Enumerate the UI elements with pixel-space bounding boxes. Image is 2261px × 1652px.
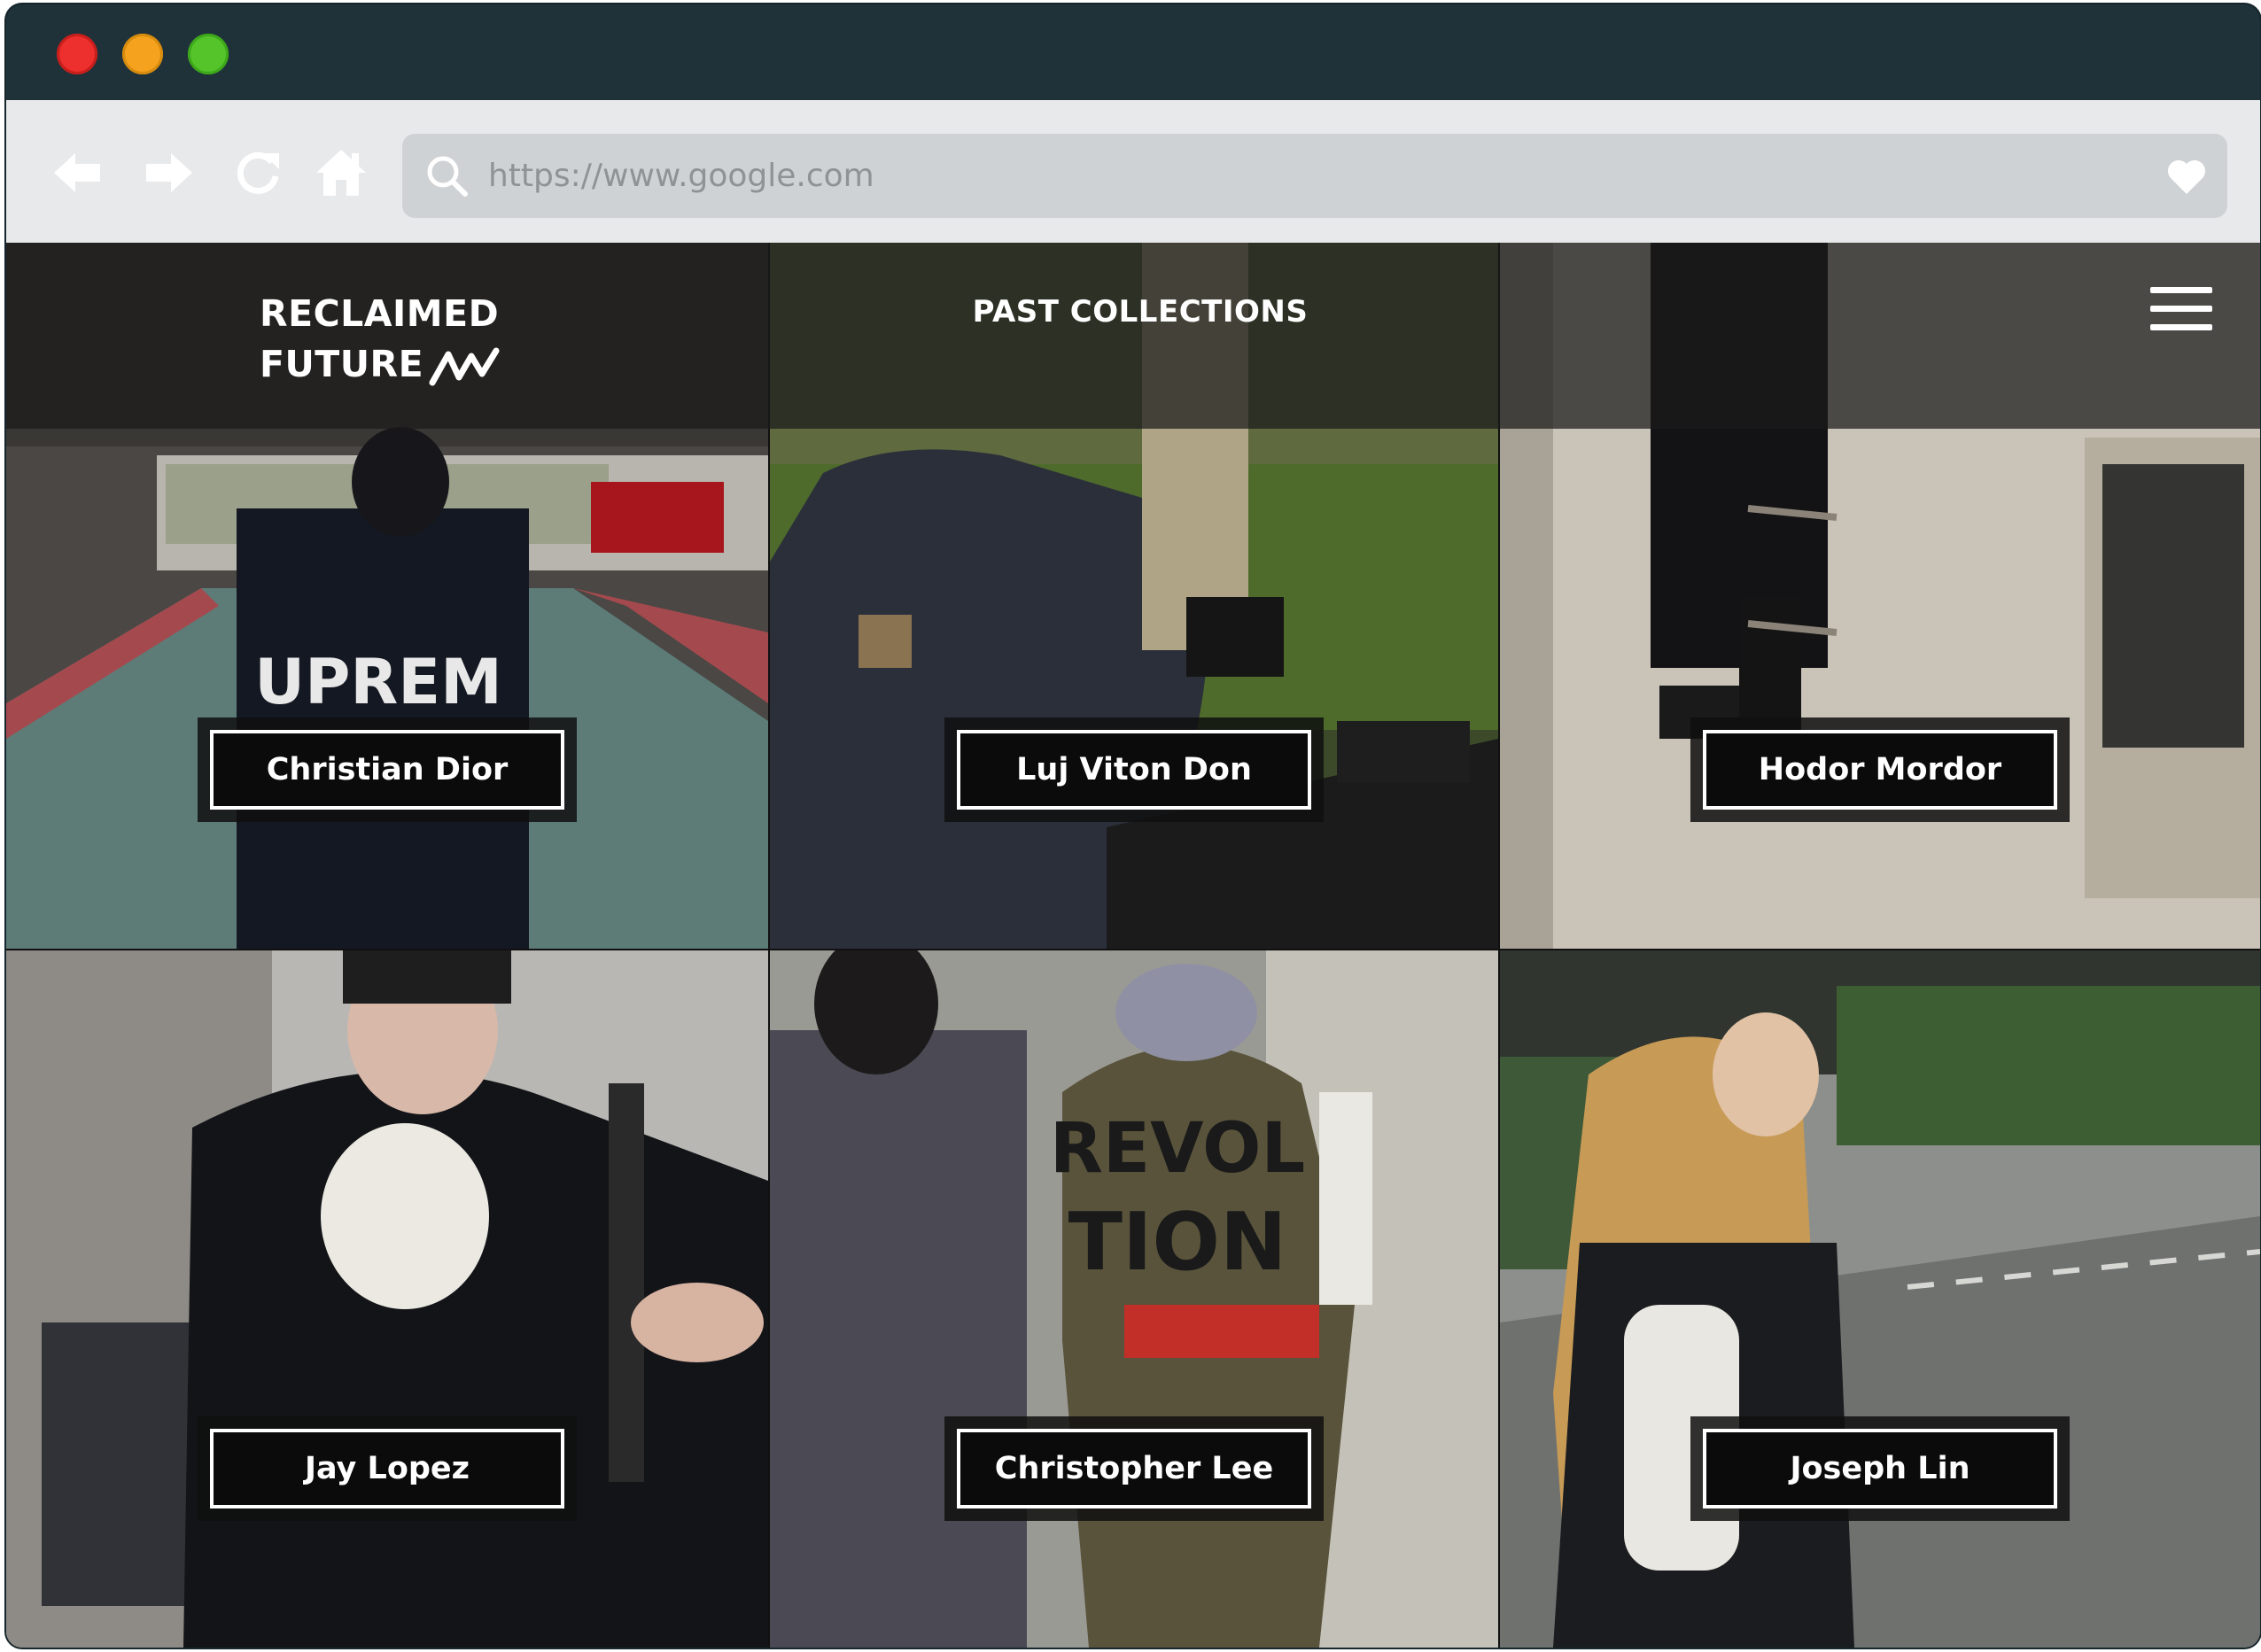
hamburger-menu-icon[interactable] [2150,287,2212,337]
collection-button[interactable]: Joseph Lin [1690,1416,2070,1521]
back-arrow-icon[interactable] [49,144,105,201]
svg-text:TION: TION [1068,1196,1287,1289]
browser-window: https://www.google.com UPREM Christian D… [6,4,2260,1648]
forward-arrow-icon[interactable] [141,144,198,201]
minimize-window-button[interactable] [122,34,163,74]
maximize-window-button[interactable] [188,34,229,74]
logo-line1: RECLAIMED [260,292,500,335]
collection-tile[interactable]: Joseph Lin [1500,950,2260,1648]
collection-photo [1500,950,2260,1648]
close-window-button[interactable] [57,34,97,74]
browser-toolbar: https://www.google.com [6,100,2260,243]
collection-photo: REVOL TION [770,950,1498,1648]
collection-button[interactable]: Hodor Mordor [1690,717,2070,822]
collection-button[interactable]: Christopher Lee [944,1416,1324,1521]
svg-text:UPREM: UPREM [254,646,502,718]
title-bar [6,4,2260,100]
site-header: RECLAIMED FUTURE PAST COLLECTIONS [6,243,2260,429]
heart-icon[interactable] [2165,155,2208,198]
url-text[interactable]: https://www.google.com [488,153,874,199]
collection-button[interactable]: Jay Lopez [198,1416,577,1521]
address-bar[interactable]: https://www.google.com [402,134,2227,218]
collection-tile[interactable]: Jay Lopez [6,950,768,1648]
search-icon [424,153,470,199]
svg-text:REVOL: REVOL [1050,1109,1305,1189]
reload-icon[interactable] [229,144,286,201]
collection-photo [6,950,768,1648]
home-icon[interactable] [313,144,369,201]
zigzag-logo-icon [429,347,500,386]
site-logo[interactable]: RECLAIMED FUTURE [260,289,500,390]
collections-page: UPREM Christian Dior Luj Viton Don Hodor… [6,243,2260,1648]
collection-button[interactable]: Luj Viton Don [944,717,1324,822]
collection-button[interactable]: Christian Dior [198,717,577,822]
logo-line2: FUTURE [260,343,424,385]
page-title: PAST COLLECTIONS [972,294,1309,330]
collection-tile[interactable]: REVOL TION Christopher Lee [770,950,1498,1648]
